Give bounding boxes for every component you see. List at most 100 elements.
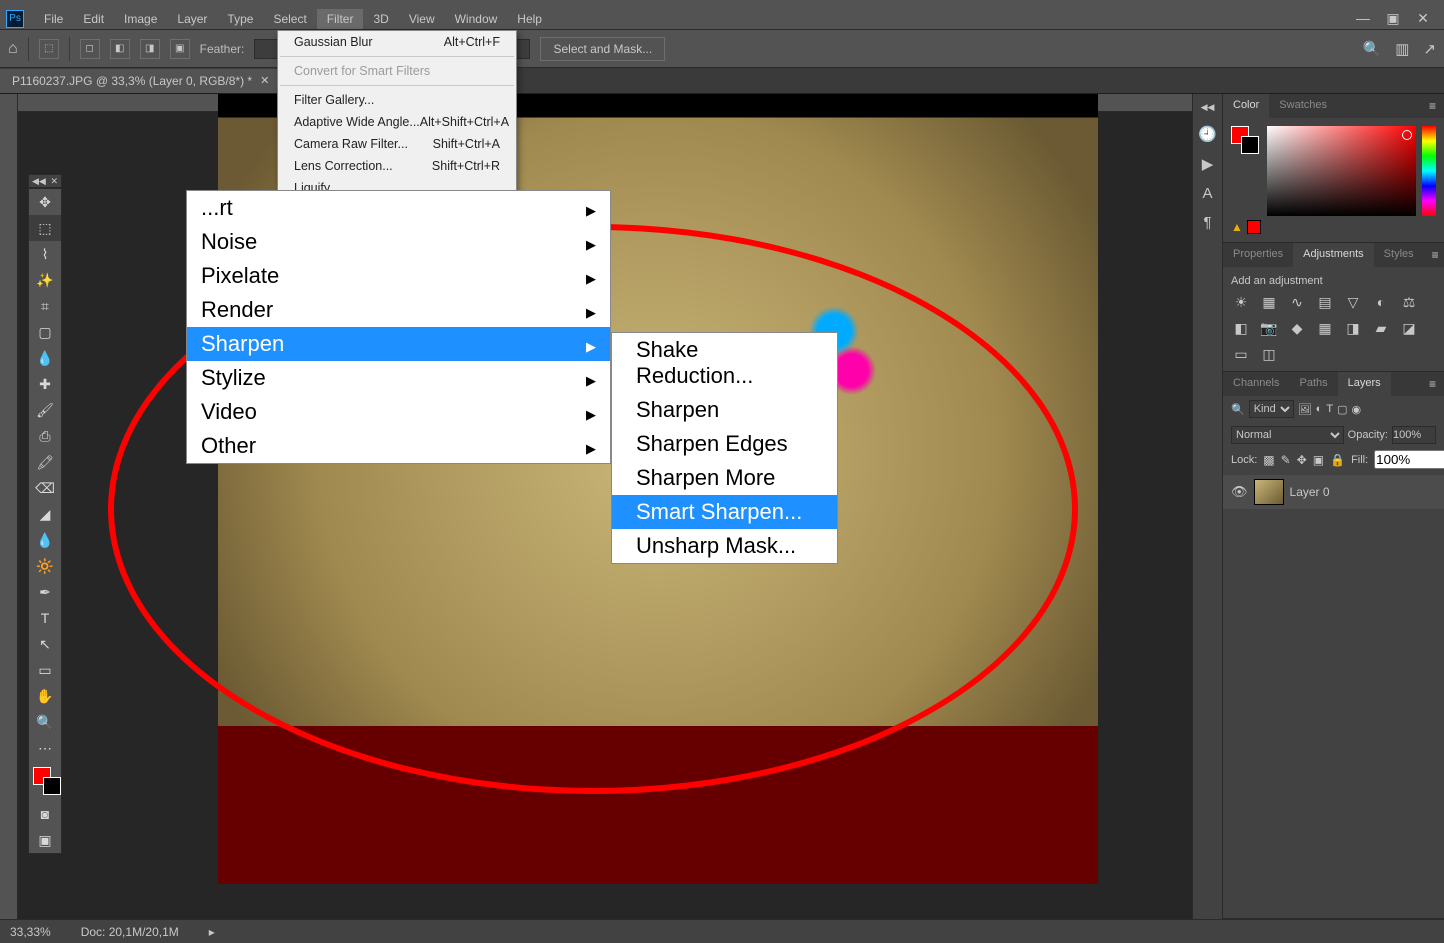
panel-menu-icon[interactable]: ≡ — [1421, 94, 1444, 118]
opacity-input[interactable] — [1392, 426, 1436, 444]
filter-smart-icon[interactable]: ◉ — [1351, 403, 1361, 416]
unsharp-mask[interactable]: Unsharp Mask... — [612, 529, 837, 563]
share-icon[interactable]: ↗ — [1423, 40, 1436, 58]
document-tab-active[interactable]: P1160237.JPG @ 33,3% (Layer 0, RGB/8*) *… — [0, 69, 282, 93]
smart-sharpen[interactable]: Smart Sharpen... — [612, 495, 837, 529]
close-icon[interactable]: ✕ — [1408, 10, 1438, 27]
filter-other[interactable]: Other — [187, 429, 610, 463]
intersect-selection-icon[interactable]: ▣ — [170, 39, 190, 59]
photo-filter-icon[interactable]: 📷 — [1259, 319, 1279, 337]
path-tool[interactable]: ↖ — [29, 631, 61, 657]
lock-pixels-icon[interactable]: ▩ — [1263, 453, 1274, 467]
dodge-tool[interactable]: 🔆 — [29, 553, 61, 579]
filter-stylize[interactable]: Stylize — [187, 361, 610, 395]
move-tool[interactable]: ✥ — [29, 189, 61, 215]
filter-video[interactable]: Video — [187, 395, 610, 429]
tab-layers[interactable]: Layers — [1338, 372, 1391, 396]
home-icon[interactable]: ⌂ — [8, 40, 18, 58]
menu-select[interactable]: Select — [263, 9, 316, 29]
filter-adjust-icon[interactable]: ◐ — [1316, 403, 1323, 415]
eyedropper-tool[interactable]: 💧 — [29, 345, 61, 371]
filter-sharpen[interactable]: Sharpen — [187, 327, 610, 361]
visibility-icon[interactable]: 👁 — [1231, 484, 1248, 500]
hue-slider[interactable] — [1422, 126, 1436, 216]
frame-tool[interactable]: ▢ — [29, 319, 61, 345]
select-and-mask-button[interactable]: Select and Mask... — [540, 37, 665, 61]
invert-icon[interactable]: ◨ — [1343, 319, 1363, 337]
history-brush-tool[interactable]: 🖍 — [29, 449, 61, 475]
panel-menu-icon[interactable]: ≡ — [1421, 372, 1444, 396]
menu-image[interactable]: Image — [114, 9, 167, 29]
crop-tool[interactable]: ⌗ — [29, 293, 61, 319]
gamut-warning-icon[interactable]: ▲ — [1231, 220, 1243, 234]
selection-mode-icon[interactable]: ⬚ — [39, 39, 59, 59]
threshold-icon[interactable]: ◪ — [1399, 319, 1419, 337]
vibrance-icon[interactable]: ▽ — [1343, 293, 1363, 311]
blur-tool[interactable]: 💧 — [29, 527, 61, 553]
play-icon[interactable]: ▶ — [1202, 155, 1214, 173]
character-icon[interactable]: A — [1202, 185, 1212, 202]
new-selection-icon[interactable]: ◻ — [80, 39, 100, 59]
panel-menu-icon[interactable]: ≡ — [1424, 243, 1444, 267]
shape-tool[interactable]: ▭ — [29, 657, 61, 683]
levels-icon[interactable]: ▦ — [1259, 293, 1279, 311]
filter-camera-raw[interactable]: Camera Raw Filter...Shift+Ctrl+A — [278, 133, 516, 155]
brush-tool[interactable]: 🖌 — [29, 397, 61, 423]
brightness-icon[interactable]: ☀ — [1231, 293, 1251, 311]
screen-mode-icon[interactable]: ▣ — [29, 827, 61, 853]
tab-channels[interactable]: Channels — [1223, 372, 1289, 396]
doc-size[interactable]: Doc: 20,1M/20,1M — [81, 925, 179, 939]
minimize-icon[interactable]: — — [1348, 10, 1378, 27]
stamp-tool[interactable]: ⎙ — [29, 423, 61, 449]
sharpen-shake-reduction[interactable]: Shake Reduction... — [612, 333, 837, 393]
eraser-tool[interactable]: ⌫ — [29, 475, 61, 501]
workspace-icon[interactable]: ▥ — [1395, 40, 1409, 58]
menu-window[interactable]: Window — [445, 9, 508, 29]
tab-paths[interactable]: Paths — [1289, 372, 1337, 396]
color-field[interactable] — [1267, 126, 1416, 216]
lock-brush-icon[interactable]: ✎ — [1281, 453, 1291, 467]
layer-filter-select[interactable]: Kind — [1249, 400, 1294, 418]
marquee-tool[interactable]: ⬚ — [29, 215, 61, 241]
sharpen-edges[interactable]: Sharpen Edges — [612, 427, 837, 461]
zoom-tool[interactable]: 🔍 — [29, 709, 61, 735]
hand-tool[interactable]: ✋ — [29, 683, 61, 709]
history-icon[interactable]: 🕘 — [1198, 125, 1217, 143]
filter-noise[interactable]: Noise — [187, 225, 610, 259]
menu-help[interactable]: Help — [507, 9, 552, 29]
filter-last-used[interactable]: Gaussian BlurAlt+Ctrl+F — [278, 31, 516, 53]
lock-all-icon[interactable]: 🔒 — [1330, 453, 1345, 467]
menu-view[interactable]: View — [399, 9, 445, 29]
filter-pixelate[interactable]: Pixelate — [187, 259, 610, 293]
layer-name[interactable]: Layer 0 — [1290, 485, 1330, 499]
fill-input[interactable] — [1374, 450, 1444, 469]
gradient-tool[interactable]: ◢ — [29, 501, 61, 527]
hue-icon[interactable]: ◐ — [1371, 293, 1391, 311]
sharpen-more[interactable]: Sharpen More — [612, 461, 837, 495]
healing-tool[interactable]: ✚ — [29, 371, 61, 397]
menu-edit[interactable]: Edit — [73, 9, 114, 29]
edit-toolbar-icon[interactable]: ⋯ — [29, 735, 61, 761]
channel-mixer-icon[interactable]: ◆ — [1287, 319, 1307, 337]
magic-wand-tool[interactable]: ✨ — [29, 267, 61, 293]
filter-adaptive-wide[interactable]: Adaptive Wide Angle...Alt+Shift+Ctrl+A — [278, 111, 516, 133]
filter-type-icon[interactable]: T — [1326, 403, 1333, 415]
tab-swatches[interactable]: Swatches — [1269, 94, 1337, 118]
search-icon[interactable]: 🔍 — [1363, 40, 1382, 58]
zoom-level[interactable]: 33,33% — [10, 925, 51, 939]
layer-thumbnail[interactable] — [1254, 479, 1284, 505]
lock-artboard-icon[interactable]: ▣ — [1313, 453, 1324, 467]
menu-layer[interactable]: Layer — [167, 9, 217, 29]
quick-mask-icon[interactable]: ◙ — [29, 801, 61, 827]
menu-filter[interactable]: Filter — [317, 9, 364, 29]
paragraph-icon[interactable]: ¶ — [1203, 214, 1211, 231]
lasso-tool[interactable]: ⌇ — [29, 241, 61, 267]
selective-color-icon[interactable]: ◫ — [1259, 345, 1279, 363]
expand-icon[interactable]: ◀◀ — [1201, 102, 1215, 113]
layer-row[interactable]: 👁 Layer 0 — [1223, 475, 1444, 509]
tab-properties[interactable]: Properties — [1223, 243, 1293, 267]
maximize-icon[interactable]: ▣ — [1378, 10, 1408, 27]
bw-icon[interactable]: ◧ — [1231, 319, 1251, 337]
close-tab-icon[interactable]: ✕ — [260, 74, 269, 87]
menu-3d[interactable]: 3D — [363, 9, 398, 29]
